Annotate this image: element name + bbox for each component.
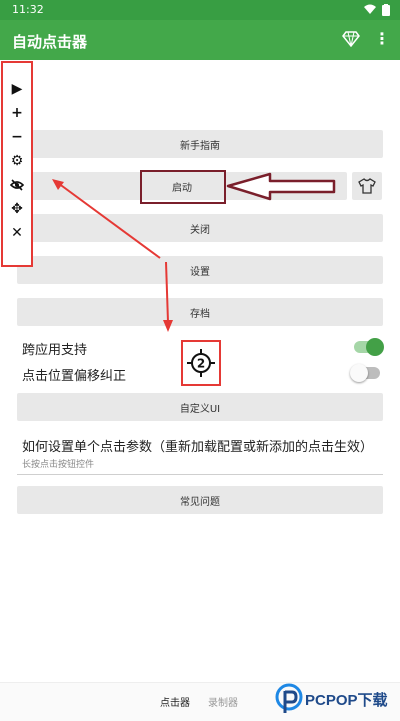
click-target-annotation: 2 [181,340,221,386]
minus-icon[interactable]: − [3,127,31,147]
faq-button[interactable]: 常见问题 [17,486,383,514]
tab-clicker[interactable]: 点击器 [160,694,190,709]
tab-recorder[interactable]: 录制器 [208,694,238,709]
cross-app-label: 跨应用支持 [22,343,88,358]
guide-button[interactable]: 新手指南 [17,130,383,158]
start-highlight-annotation [140,170,226,204]
play-icon[interactable]: ▶ [3,79,31,99]
app-title: 自动点击器 [12,33,88,51]
floating-control-panel: ▶ + − ⚙ ✥ ✕ [1,61,33,267]
close-icon[interactable]: ✕ [3,223,31,243]
cross-app-toggle[interactable] [354,338,384,356]
archive-button[interactable]: 存档 [17,298,383,326]
gear-icon[interactable]: ⚙ [3,151,31,171]
offset-fix-label: 点击位置偏移纠正 [22,369,127,384]
divider [17,474,383,475]
settings-button[interactable]: 设置 [17,256,383,284]
custom-ui-button[interactable]: 自定义UI [17,393,383,421]
watermark: PCPOP下载 [275,683,388,715]
eye-off-icon[interactable] [3,175,31,195]
custom-skin-button[interactable] [352,172,382,200]
status-bar: 11:32 [0,0,400,20]
info-title: 如何设置单个点击参数（重新加载配置或新添加的点击生效） [22,440,374,455]
watermark-text: PCPOP下载 [305,691,388,709]
status-time: 11:32 [12,3,44,16]
battery-icon [382,4,390,16]
move-icon[interactable]: ✥ [3,199,31,219]
app-bar: 自动点击器 ⋮ [0,20,400,60]
plus-icon[interactable]: + [3,103,31,123]
diamond-icon[interactable] [342,31,360,47]
pcpop-logo-icon [275,683,303,713]
status-icons [364,4,390,16]
toggle-knob [350,364,368,382]
info-subtitle: 长按点击按钮控件 [22,460,95,470]
more-options-icon[interactable]: ⋮ [374,30,390,48]
offset-fix-toggle[interactable] [350,364,380,382]
crosshair-target-icon[interactable]: 2 [186,348,216,378]
eye-off-icon-shape [10,179,24,191]
target-number: 2 [197,357,205,371]
wifi-icon [364,4,376,14]
close-button[interactable]: 关闭 [17,214,383,242]
shirt-icon [358,178,376,194]
toggle-knob [366,338,384,356]
